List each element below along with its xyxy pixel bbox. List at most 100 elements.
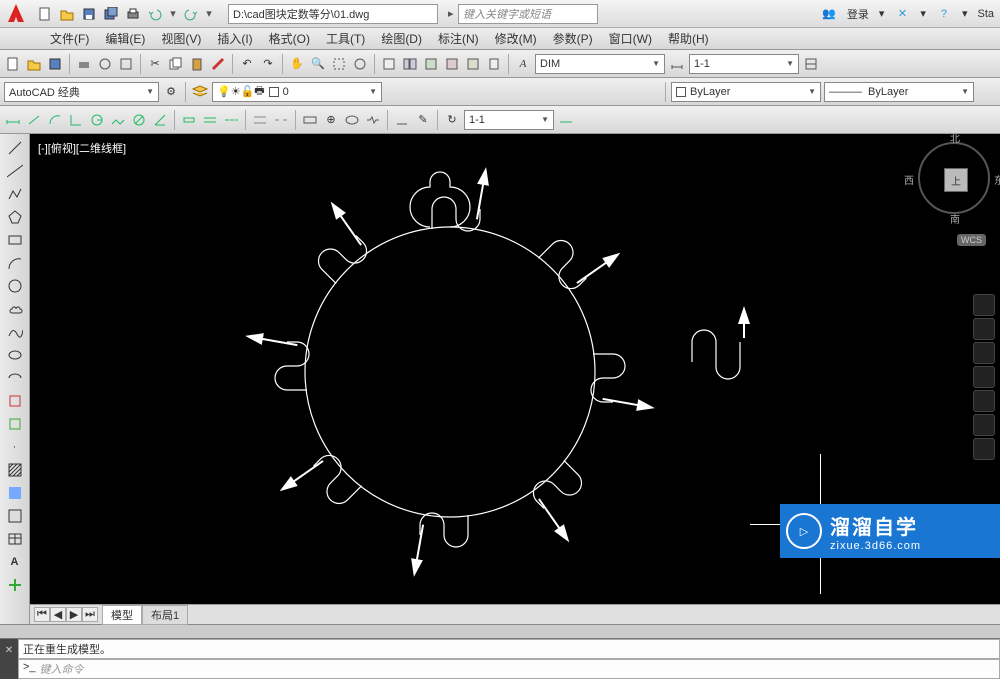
tab-last-icon[interactable]: ⏭ (82, 607, 98, 622)
dimstyle-btn[interactable] (668, 55, 686, 73)
open-icon[interactable] (58, 5, 76, 23)
polygon-icon[interactable] (5, 207, 25, 227)
undo-dropdown[interactable]: ▾ (168, 5, 178, 23)
tolerance-icon[interactable] (301, 111, 319, 129)
addselected-icon[interactable] (5, 575, 25, 595)
search-input[interactable]: 键入关键字或短语 (458, 4, 598, 24)
nav-wheel-icon[interactable] (973, 294, 995, 316)
pan-icon[interactable]: ✋ (288, 55, 306, 73)
arc-icon[interactable] (5, 253, 25, 273)
dim-space-icon[interactable] (251, 111, 269, 129)
dim-diameter-icon[interactable] (130, 111, 148, 129)
wcs-label[interactable]: WCS (957, 234, 986, 246)
tp-icon[interactable] (422, 55, 440, 73)
viewport-label[interactable]: [-][俯视][二维线框] (38, 140, 126, 156)
menu-modify[interactable]: 修改(M) (495, 30, 537, 47)
dim-break-icon[interactable] (272, 111, 290, 129)
login-label[interactable]: 登录 (847, 6, 869, 22)
viewcube-w[interactable]: 西 (904, 172, 914, 187)
layer-combo[interactable]: 💡 ☀ 🔓 🖶 0 ▼ (212, 82, 382, 102)
dim-quick-icon[interactable] (180, 111, 198, 129)
polyline-icon[interactable] (5, 184, 25, 204)
new-icon[interactable] (36, 5, 54, 23)
dim-aligned-icon[interactable] (25, 111, 43, 129)
menu-insert[interactable]: 插入(I) (217, 30, 252, 47)
update-icon[interactable]: ↻ (443, 111, 461, 129)
dim-continue-icon[interactable] (222, 111, 240, 129)
calc-icon[interactable] (485, 55, 503, 73)
hatch-icon[interactable] (5, 460, 25, 480)
nav-toggle-icon[interactable] (973, 414, 995, 436)
dimtedit-icon[interactable]: ✎ (414, 111, 432, 129)
zoom-prev-icon[interactable] (351, 55, 369, 73)
revcloud-icon[interactable] (5, 299, 25, 319)
viewport[interactable]: [-][俯视][二维线框] (30, 134, 1000, 604)
dim-ordinate-icon[interactable] (67, 111, 85, 129)
command-close-icon[interactable]: ✕ (0, 639, 18, 679)
app-logo[interactable] (0, 0, 32, 28)
gradient-icon[interactable] (5, 483, 25, 503)
centermark-icon[interactable]: ⊕ (322, 111, 340, 129)
ellipse-icon[interactable] (5, 345, 25, 365)
spline-icon[interactable] (5, 322, 25, 342)
circle-icon[interactable] (5, 276, 25, 296)
redo-dropdown[interactable]: ▾ (204, 5, 214, 23)
publish-icon[interactable] (117, 55, 135, 73)
nav-orbit-icon[interactable] (973, 366, 995, 388)
rectangle-icon[interactable] (5, 230, 25, 250)
color-combo[interactable]: ByLayer▼ (671, 82, 821, 102)
viewcube-s[interactable]: 南 (950, 211, 960, 226)
dim-baseline-icon[interactable] (201, 111, 219, 129)
insert-icon[interactable] (5, 391, 25, 411)
new-doc-icon[interactable] (4, 55, 22, 73)
inspect-icon[interactable] (343, 111, 361, 129)
viewcube-n[interactable]: 北 (950, 130, 960, 145)
textstyle-icon[interactable]: A (514, 55, 532, 73)
line-icon[interactable] (5, 138, 25, 158)
viewport-scale-combo[interactable]: 1-1▼ (464, 110, 554, 130)
viewcube[interactable]: 上 北 南 西 东 (918, 142, 990, 214)
block-icon[interactable] (5, 414, 25, 434)
redo-icon[interactable] (182, 5, 200, 23)
signin-icon[interactable]: 👥 (821, 6, 837, 22)
xline-icon[interactable] (5, 161, 25, 181)
menu-tools[interactable]: 工具(T) (326, 30, 365, 47)
bredo-icon[interactable]: ↷ (259, 55, 277, 73)
menu-param[interactable]: 参数(P) (553, 30, 593, 47)
command-input[interactable]: >_ 键入命令 (18, 659, 1000, 679)
open-doc-icon[interactable] (25, 55, 43, 73)
menu-file[interactable]: 文件(F) (50, 30, 89, 47)
menu-draw[interactable]: 绘图(D) (381, 30, 422, 47)
menu-window[interactable]: 窗口(W) (609, 30, 652, 47)
joglinear-icon[interactable] (364, 111, 382, 129)
tab-layout1[interactable]: 布局1 (142, 605, 188, 625)
saveas-icon[interactable] (102, 5, 120, 23)
nav-pan-icon[interactable] (973, 318, 995, 340)
dimstyle-manager-icon[interactable] (557, 111, 575, 129)
tablestyle-btn[interactable] (802, 55, 820, 73)
zoom-window-icon[interactable] (330, 55, 348, 73)
ellipse-arc-icon[interactable] (5, 368, 25, 388)
point-icon[interactable]: · (5, 437, 25, 457)
props-icon[interactable] (380, 55, 398, 73)
dc-icon[interactable] (401, 55, 419, 73)
viewcube-e[interactable]: 东 (994, 172, 1000, 187)
login-dropdown[interactable]: ▾ (879, 7, 885, 20)
sta-control[interactable]: Sta (977, 8, 994, 20)
ssm-icon[interactable] (443, 55, 461, 73)
horizontal-scrollbar[interactable] (0, 624, 1000, 638)
paste-icon[interactable] (188, 55, 206, 73)
save-icon[interactable] (80, 5, 98, 23)
tab-first-icon[interactable]: ⏮ (34, 607, 50, 622)
help-icon[interactable]: ? (936, 6, 952, 22)
dim-arc-icon[interactable] (46, 111, 64, 129)
save-doc-icon[interactable] (46, 55, 64, 73)
linetype-combo[interactable]: ———ByLayer▼ (824, 82, 974, 102)
tab-prev-icon[interactable]: ◀ (50, 607, 66, 622)
menu-view[interactable]: 视图(V) (161, 30, 201, 47)
undo-icon[interactable] (146, 5, 164, 23)
menu-dimension[interactable]: 标注(N) (438, 30, 479, 47)
zoom-icon[interactable]: 🔍 (309, 55, 327, 73)
dim-radius-icon[interactable] (88, 111, 106, 129)
dim-jog-icon[interactable] (109, 111, 127, 129)
